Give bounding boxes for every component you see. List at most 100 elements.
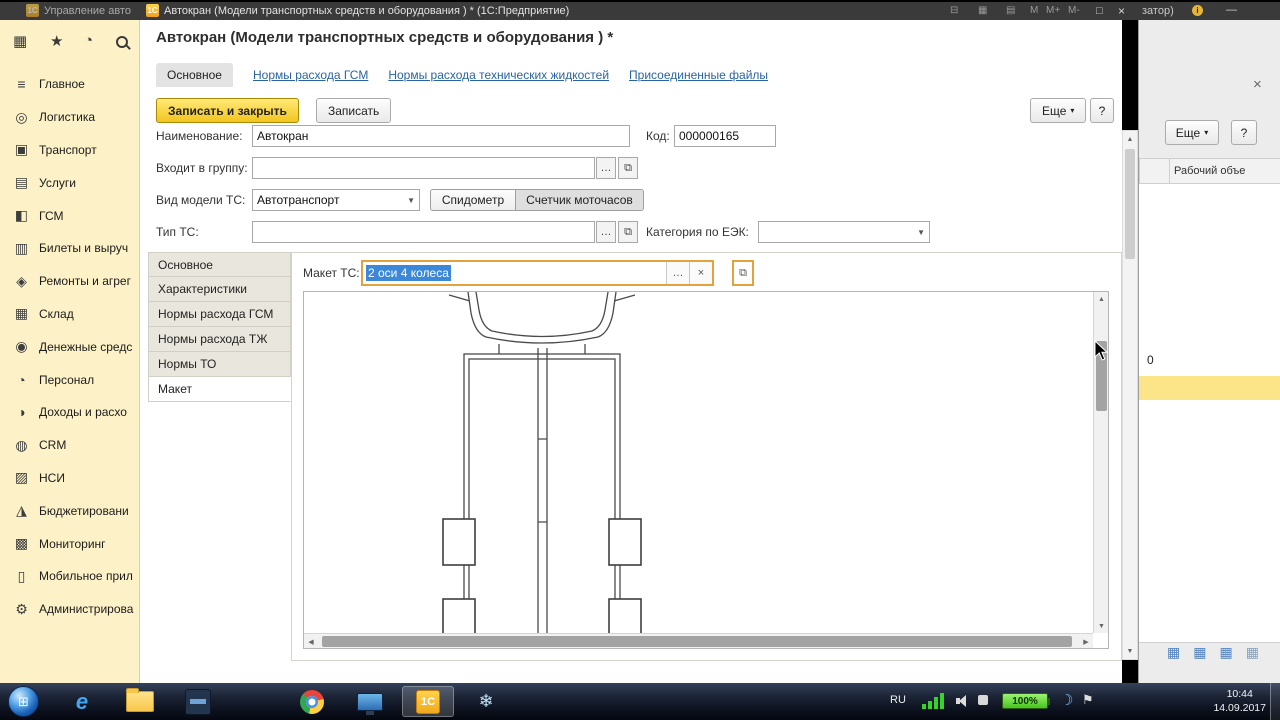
maket-clear-button[interactable]: ×: [689, 262, 712, 284]
name-field[interactable]: Автокран: [252, 125, 630, 147]
group-field[interactable]: [252, 157, 595, 179]
scroll-right-icon[interactable]: ▶: [1079, 634, 1093, 648]
tab-osnovnoe[interactable]: Основное: [156, 63, 233, 87]
tab-normy-zhidkostey[interactable]: Нормы расхода технических жидкостей: [388, 68, 609, 82]
memory-m-button[interactable]: M: [1030, 5, 1038, 16]
section-tab-osnovnoe[interactable]: Основное: [148, 252, 291, 277]
taskbar-chrome-button[interactable]: [286, 686, 338, 717]
sidebar-item-monitoring[interactable]: ▩ Мониторинг: [0, 527, 139, 560]
sidebar-item-crm[interactable]: ◍ CRM: [0, 429, 139, 462]
sidebar-item-transport[interactable]: ▣ Транспорт: [0, 134, 139, 167]
sidebar-item-gsm[interactable]: ◧ ГСМ: [0, 199, 139, 232]
scroll-down-icon[interactable]: ▼: [1094, 619, 1108, 633]
taskbar-1c-button[interactable]: 1С: [402, 686, 454, 717]
battery-indicator[interactable]: 100%: [1002, 693, 1050, 709]
signal-bars-icon[interactable]: [922, 693, 944, 709]
language-indicator[interactable]: RU: [890, 694, 906, 706]
table-icon[interactable]: ▦: [1219, 644, 1232, 661]
form-scroll-thumb[interactable]: [1125, 149, 1135, 259]
sidebar-item-uslugi[interactable]: ▤ Услуги: [0, 166, 139, 199]
sidebar-item-dengi[interactable]: ◉ Денежные средс: [0, 330, 139, 363]
more-button[interactable]: Еще ▾: [1165, 120, 1219, 145]
model-kind-combo[interactable]: Автотранспорт ▼: [252, 189, 420, 211]
hscroll-thumb[interactable]: [322, 636, 1072, 647]
flag-icon[interactable]: ⚑: [1082, 692, 1094, 708]
taskbar-explorer-button[interactable]: [114, 686, 166, 717]
show-desktop-button[interactable]: [1270, 683, 1280, 720]
close-icon[interactable]: ×: [1253, 76, 1262, 93]
speaker-icon[interactable]: [956, 695, 969, 707]
save-and-close-button[interactable]: Записать и закрыть: [156, 98, 299, 123]
calculator-icon[interactable]: ▤: [1006, 5, 1015, 16]
background-window-tab[interactable]: Управление авто: [44, 5, 131, 17]
sections-menu-icon[interactable]: ▦: [13, 32, 27, 50]
chevron-down-icon: ▾: [1070, 106, 1075, 115]
group-choose-button[interactable]: …: [596, 157, 616, 179]
sidebar-item-dohody[interactable]: ◑ Доходы и расхо: [0, 396, 139, 429]
save-button[interactable]: Записать: [316, 98, 392, 123]
type-choose-button[interactable]: …: [596, 221, 616, 243]
tab-prisoedinennye-fayly[interactable]: Присоединенные файлы: [629, 68, 768, 82]
print-icon[interactable]: ⊟: [950, 5, 958, 16]
search-icon[interactable]: [116, 36, 128, 48]
clock[interactable]: 10:44 14.09.2017: [1213, 687, 1266, 715]
group-open-icon[interactable]: ⧉: [618, 157, 638, 179]
close-button[interactable]: ×: [1118, 4, 1125, 18]
maket-choose-button[interactable]: …: [666, 262, 689, 284]
list-column-header-volume[interactable]: Рабочий объе: [1169, 158, 1280, 184]
list-column-header[interactable]: [1139, 158, 1170, 184]
taskbar-display-button[interactable]: [344, 686, 396, 717]
maket-open-icon[interactable]: ⧉: [732, 260, 754, 286]
moon-icon[interactable]: ☽: [1060, 691, 1073, 709]
tab-normy-gsm[interactable]: Нормы расхода ГСМ: [253, 68, 368, 82]
sidebar-item-sklad[interactable]: ▦ Склад: [0, 298, 139, 331]
hour-meter-toggle[interactable]: Счетчик моточасов: [515, 189, 644, 211]
memory-mminus-button[interactable]: M-: [1068, 5, 1080, 16]
sidebar-item-personal[interactable]: ◔ Персонал: [0, 363, 139, 396]
table-icon[interactable]: ▦: [1246, 644, 1259, 661]
start-button[interactable]: ⊞: [8, 686, 39, 717]
sidebar-item-remonty[interactable]: ◈ Ремонты и агрег: [0, 265, 139, 298]
selected-row-highlight[interactable]: [1139, 376, 1280, 400]
type-open-icon[interactable]: ⧉: [618, 221, 638, 243]
table-icon[interactable]: ▦: [1193, 644, 1206, 661]
section-tab-harakteristiki[interactable]: Характеристики: [148, 277, 291, 302]
drawing-hscrollbar[interactable]: ◀ ▶: [304, 633, 1093, 648]
sidebar-item-logistika[interactable]: ◎ Логистика: [0, 101, 139, 134]
sidebar-item-mobile[interactable]: ▯ Мобильное прил: [0, 560, 139, 593]
sidebar-item-nsi[interactable]: ▨ НСИ: [0, 462, 139, 495]
taskbar-app-button[interactable]: [172, 686, 224, 717]
section-tab-normy-to[interactable]: Нормы ТО: [148, 352, 291, 377]
scroll-left-icon[interactable]: ◀: [304, 634, 318, 648]
info-icon[interactable]: i: [1192, 5, 1203, 16]
help-button[interactable]: ?: [1231, 120, 1257, 145]
taskbar-ie-button[interactable]: e: [56, 686, 108, 717]
history-icon[interactable]: ◔: [84, 32, 93, 49]
sidebar-item-glavnoe[interactable]: ≡ Главное: [0, 68, 139, 101]
help-button[interactable]: ?: [1090, 98, 1114, 123]
sidebar-item-budget[interactable]: ◮ Бюджетировани: [0, 494, 139, 527]
form-vscrollbar[interactable]: ▲ ▼: [1122, 130, 1138, 660]
type-field[interactable]: [252, 221, 595, 243]
scroll-up-icon[interactable]: ▲: [1123, 133, 1137, 145]
sidebar-item-bilety[interactable]: ▥ Билеты и выруч: [0, 232, 139, 265]
section-tab-maket[interactable]: Макет: [148, 377, 291, 402]
section-tab-normy-gsm[interactable]: Нормы расхода ГСМ: [148, 302, 291, 327]
speedometer-toggle[interactable]: Спидометр: [430, 189, 516, 211]
code-field[interactable]: 000000165: [674, 125, 776, 147]
sidebar-item-admin[interactable]: ⚙ Администрирова: [0, 593, 139, 626]
scroll-down-icon[interactable]: ▼: [1123, 645, 1137, 657]
more-button[interactable]: Еще ▾: [1030, 98, 1087, 123]
taskbar-services-button[interactable]: ❄: [460, 686, 512, 717]
scroll-up-icon[interactable]: ▲: [1094, 292, 1108, 306]
eek-category-combo[interactable]: ▼: [758, 221, 930, 243]
calendar-icon[interactable]: ▦: [978, 5, 987, 16]
background-minimize-icon[interactable]: —: [1226, 4, 1237, 16]
table-icon[interactable]: ▦: [1167, 644, 1180, 661]
maximize-button[interactable]: □: [1096, 5, 1103, 17]
favorites-star-icon[interactable]: ★: [50, 32, 63, 50]
section-tab-normy-tzh[interactable]: Нормы расхода ТЖ: [148, 327, 291, 352]
maket-field[interactable]: 2 оси 4 колеса … ×: [361, 260, 714, 286]
tray-icon[interactable]: [978, 695, 988, 705]
memory-mplus-button[interactable]: M+: [1046, 5, 1060, 16]
